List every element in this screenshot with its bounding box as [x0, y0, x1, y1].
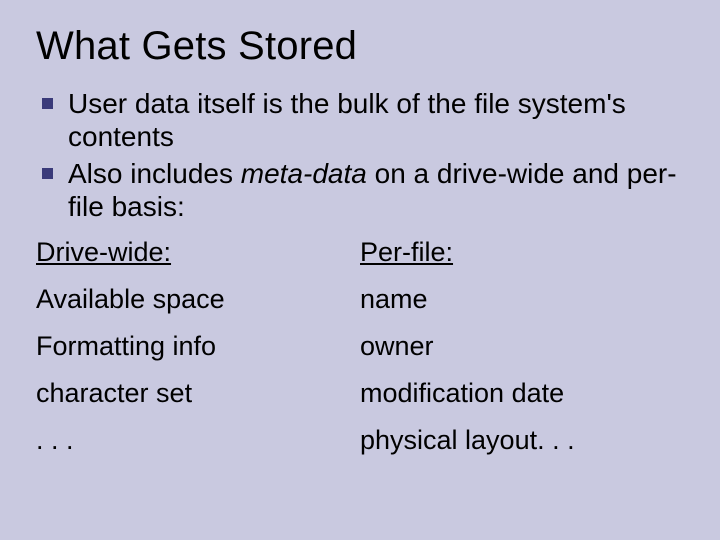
- bullet-item: Also includes meta-data on a drive-wide …: [36, 157, 684, 223]
- table-cell: Formatting info: [36, 323, 360, 370]
- bullet-text-pre: Also includes: [68, 158, 241, 189]
- bullet-square-icon: [42, 168, 53, 179]
- slide: What Gets Stored User data itself is the…: [0, 0, 720, 540]
- bullet-text-em: meta-data: [241, 158, 367, 189]
- table-cell: owner: [360, 323, 684, 370]
- table-cell: modification date: [360, 370, 684, 417]
- table-cell: Available space: [36, 276, 360, 323]
- slide-title: What Gets Stored: [36, 24, 684, 69]
- metadata-table: Drive-wide: Per-file: Available space na…: [36, 229, 684, 464]
- table-cell: name: [360, 276, 684, 323]
- bullet-item: User data itself is the bulk of the file…: [36, 87, 684, 153]
- column-header-left: Drive-wide:: [36, 229, 360, 276]
- bullet-square-icon: [42, 98, 53, 109]
- bullet-text: User data itself is the bulk of the file…: [68, 88, 626, 152]
- bullet-list: User data itself is the bulk of the file…: [36, 87, 684, 223]
- table-cell: character set: [36, 370, 360, 417]
- table-cell: . . .: [36, 417, 360, 464]
- table-cell: physical layout. . .: [360, 417, 684, 464]
- column-header-right: Per-file:: [360, 229, 684, 276]
